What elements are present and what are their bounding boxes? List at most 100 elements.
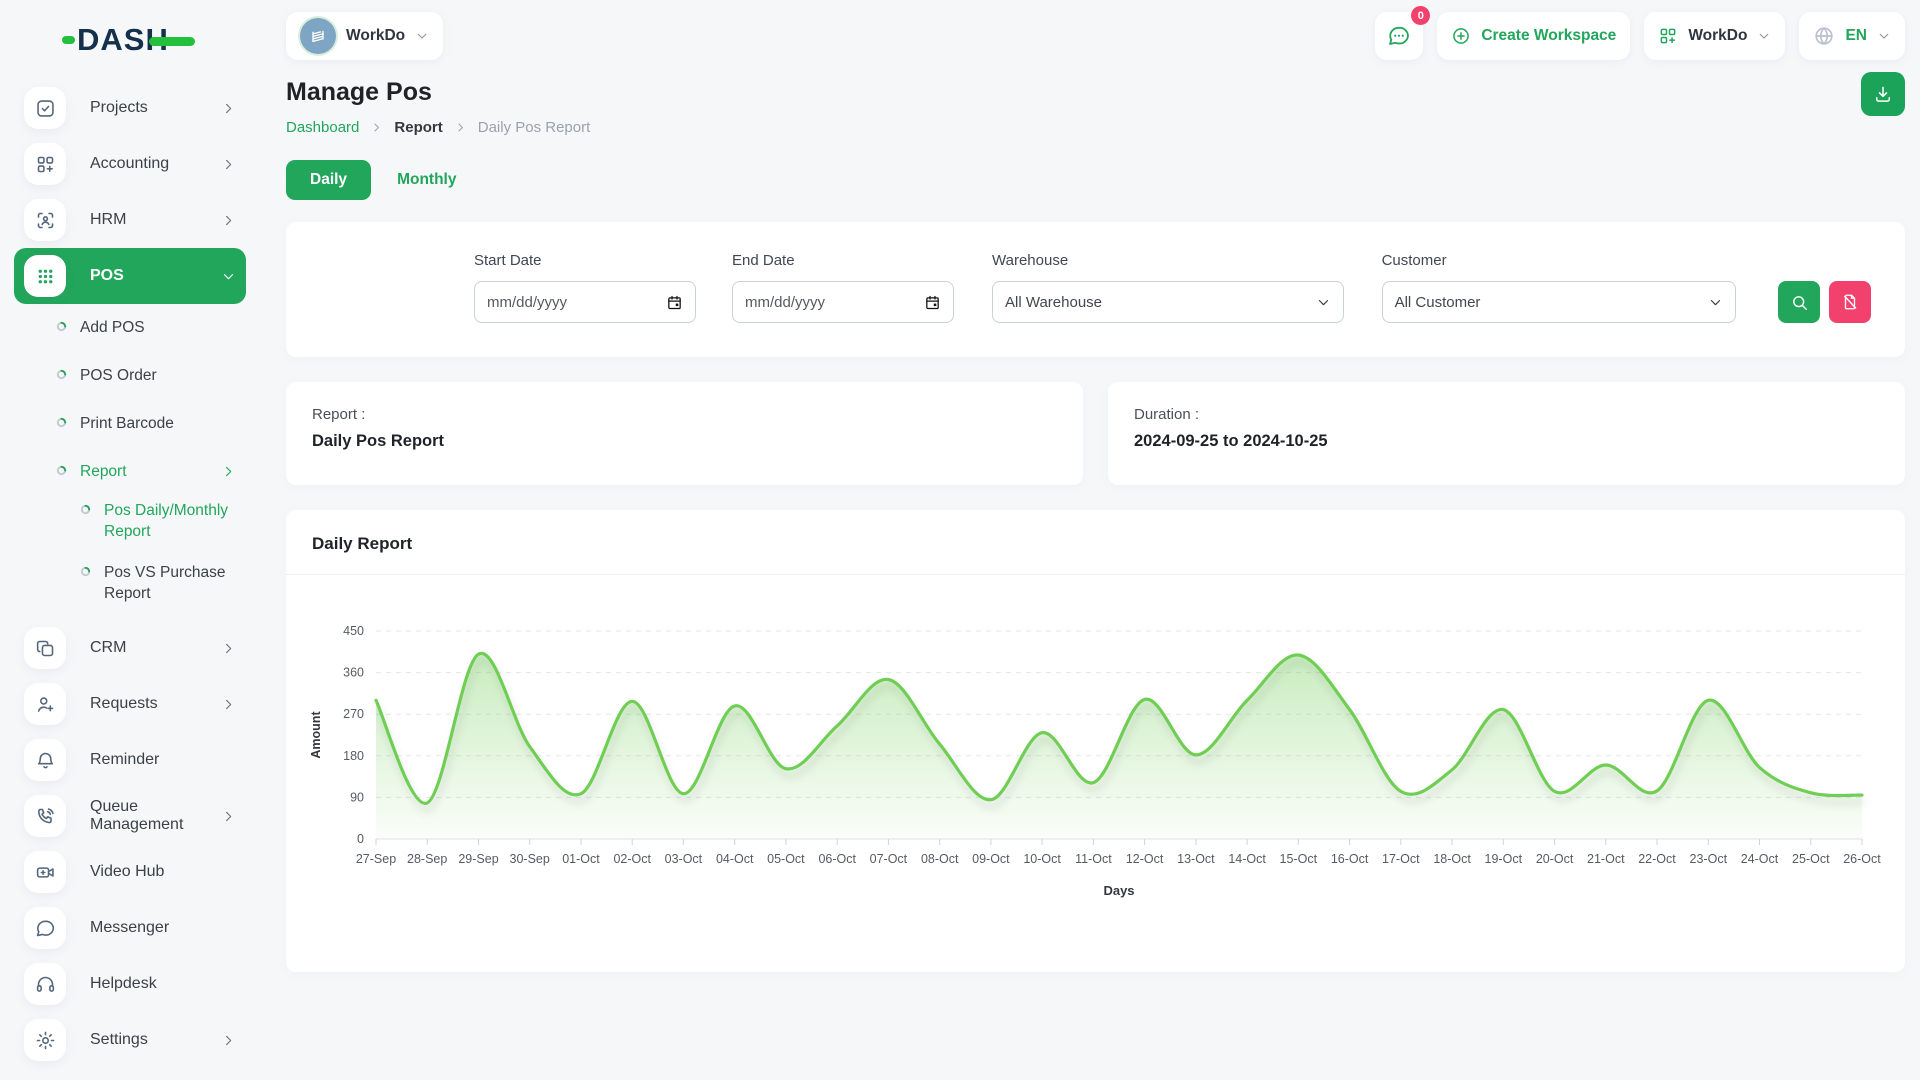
grid-plus-icon (24, 143, 66, 185)
sidebar-item-helpdesk[interactable]: Helpdesk (14, 956, 246, 1012)
tab-monthly[interactable]: Monthly (397, 171, 456, 189)
end-date-label: End Date (732, 252, 954, 269)
svg-text:18-Oct: 18-Oct (1433, 852, 1471, 866)
sidebar-item-requests[interactable]: Requests (14, 676, 246, 732)
headset-icon (24, 963, 66, 1005)
sidebar-nav: Projects Accounting HRM POS Add POSPOS Order… (0, 80, 260, 1068)
download-button[interactable] (1861, 72, 1905, 116)
copy-icon (24, 627, 66, 669)
dots-grid-icon (24, 255, 66, 297)
create-workspace-button[interactable]: Create Workspace (1437, 12, 1630, 60)
svg-text:27-Sep: 27-Sep (356, 852, 396, 866)
sidebar-subitem-pos-daily-monthly-report[interactable]: Pos Daily/Monthly Report (0, 496, 260, 558)
chart-x-ticks (376, 839, 1862, 845)
customer-label: Customer (1382, 252, 1736, 269)
reset-filter-button[interactable] (1829, 281, 1871, 323)
sidebar-subitem-pos-order[interactable]: POS Order (0, 352, 260, 400)
svg-text:01-Oct: 01-Oct (562, 852, 600, 866)
workspace-switcher[interactable]: WorkDo (286, 12, 443, 60)
svg-text:30-Sep: 30-Sep (510, 852, 550, 866)
svg-text:11-Oct: 11-Oct (1075, 852, 1112, 866)
sidebar-item-label: Accounting (90, 155, 169, 173)
chevron-right-icon (454, 121, 467, 134)
chart-title: Daily Report (286, 510, 1905, 575)
sidebar-item-video-hub[interactable]: Video Hub (14, 844, 246, 900)
svg-text:450: 450 (343, 624, 364, 638)
sidebar-subitem-add-pos[interactable]: Add POS (0, 304, 260, 352)
donut-icon (80, 566, 91, 577)
svg-text:04-Oct: 04-Oct (716, 852, 754, 866)
sidebar-item-settings[interactable]: Settings (14, 1012, 246, 1068)
svg-text:03-Oct: 03-Oct (665, 852, 703, 866)
workspace-name: WorkDo (346, 27, 405, 45)
sidebar-subitem-report[interactable]: Report (0, 448, 260, 496)
sidebar-item-label: Requests (90, 695, 158, 713)
report-summary-card: Report : Daily Pos Report (286, 382, 1083, 485)
chevron-right-icon (221, 213, 236, 228)
sidebar-item-reminder[interactable]: Reminder (14, 732, 246, 788)
sidebar-item-crm[interactable]: CRM (14, 620, 246, 676)
chart-x-labels: 27-Sep28-Sep29-Sep30-Sep01-Oct02-Oct03-O… (356, 852, 1881, 866)
sidebar-item-label: Messenger (90, 919, 169, 937)
sidebar-subitem-pos-vs-purchase-report[interactable]: Pos VS Purchase Report (0, 558, 260, 620)
bell-icon (24, 739, 66, 781)
chat-dots-icon (1387, 24, 1411, 48)
sidebar-item-messenger[interactable]: Messenger (14, 900, 246, 956)
svg-text:09-Oct: 09-Oct (972, 852, 1010, 866)
sidebar-item-queue-management[interactable]: Queue Management (14, 788, 246, 844)
logo-dot (62, 36, 75, 44)
language-selector[interactable]: EN (1799, 12, 1905, 60)
sidebar-item-accounting[interactable]: Accounting (14, 136, 246, 192)
sidebar-item-label: Queue Management (90, 798, 197, 834)
breadcrumb-dashboard[interactable]: Dashboard (286, 119, 359, 136)
messages-button[interactable]: 0 (1375, 12, 1423, 60)
chevron-right-icon (221, 464, 236, 479)
calendar-icon[interactable] (666, 294, 683, 311)
main-content: Manage Pos Dashboard Report Daily Pos Re… (286, 72, 1905, 972)
calendar-icon[interactable] (924, 294, 941, 311)
sidebar-item-label: Video Hub (90, 863, 164, 881)
svg-text:24-Oct: 24-Oct (1741, 852, 1779, 866)
end-date-input[interactable]: mm/dd/yyyy (732, 281, 954, 323)
sidebar-item-label: POS (90, 267, 124, 285)
svg-text:29-Sep: 29-Sep (458, 852, 498, 866)
daily-report-chart: 090180270360450 27-Sep28-Sep29-Sep30-Sep… (286, 575, 1905, 972)
warehouse-select[interactable]: All Warehouse (992, 281, 1344, 323)
breadcrumb-report[interactable]: Report (394, 119, 442, 136)
workdo-menu[interactable]: WorkDo (1644, 12, 1785, 60)
svg-text:02-Oct: 02-Oct (613, 852, 651, 866)
donut-icon (56, 321, 67, 332)
sidebar-item-pos[interactable]: POS (14, 248, 246, 304)
svg-text:22-Oct: 22-Oct (1638, 852, 1676, 866)
sidebar-item-label: CRM (90, 639, 126, 657)
warehouse-label: Warehouse (992, 252, 1344, 269)
tab-daily[interactable]: Daily (286, 160, 371, 200)
chevron-down-icon (415, 29, 429, 43)
grid-plus-icon (1658, 26, 1678, 46)
chevron-right-icon (221, 157, 236, 172)
sidebar-item-label: Helpdesk (90, 975, 157, 993)
chevron-right-icon (221, 697, 236, 712)
svg-text:15-Oct: 15-Oct (1280, 852, 1318, 866)
sidebar-subitem-label: Print Barcode (80, 400, 174, 435)
svg-text:16-Oct: 16-Oct (1331, 852, 1369, 866)
customer-select[interactable]: All Customer (1382, 281, 1736, 323)
search-button[interactable] (1778, 281, 1820, 323)
donut-icon (80, 504, 91, 515)
chevron-right-icon (221, 101, 236, 116)
start-date-value: mm/dd/yyyy (487, 294, 567, 311)
dash-logo[interactable]: DASH (0, 16, 260, 64)
sidebar-subitem-print-barcode[interactable]: Print Barcode (0, 400, 260, 448)
plus-circle-icon (1451, 26, 1471, 46)
start-date-input[interactable]: mm/dd/yyyy (474, 281, 696, 323)
svg-text:90: 90 (350, 790, 364, 804)
donut-icon (56, 417, 67, 428)
sidebar-item-hrm[interactable]: HRM (14, 192, 246, 248)
svg-text:13-Oct: 13-Oct (1177, 852, 1215, 866)
chart-xlabel: Days (1103, 883, 1134, 898)
sidebar-item-projects[interactable]: Projects (14, 80, 246, 136)
phone-icon (24, 795, 66, 837)
sidebar-item-label: Reminder (90, 751, 159, 769)
logo-bar (149, 37, 195, 46)
daily-report-card: Daily Report 090180270360450 27-Sep28-Se… (286, 510, 1905, 972)
